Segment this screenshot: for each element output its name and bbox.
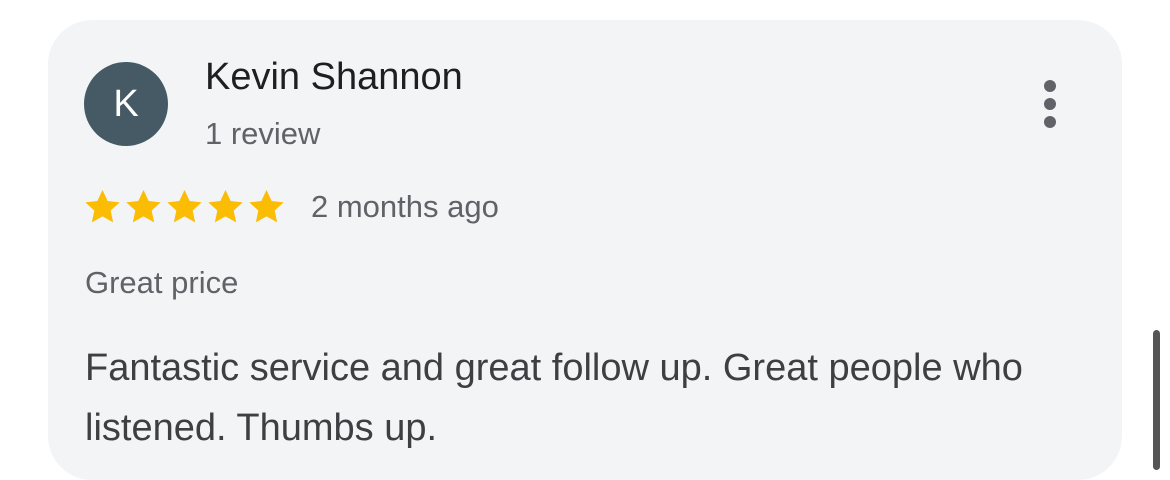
avatar[interactable]: K — [84, 62, 168, 146]
star-icon — [126, 190, 161, 223]
rating-row: 2 months ago — [82, 183, 499, 231]
scrollbar-thumb[interactable] — [1153, 330, 1160, 470]
star-icon — [249, 190, 284, 223]
review-count: 1 review — [205, 116, 321, 151]
reviewer-name[interactable]: Kevin Shannon — [205, 56, 463, 99]
star-rating — [82, 183, 287, 231]
more-options-button[interactable] — [1030, 76, 1070, 132]
star-icon — [85, 190, 120, 223]
review-date: 2 months ago — [311, 189, 499, 224]
review-topic: Great price — [85, 265, 239, 300]
review-text: Fantastic service and great follow up. G… — [85, 347, 1023, 449]
star-icon — [167, 190, 202, 223]
review-card: K Kevin Shannon 1 review 2 months ago Gr… — [48, 20, 1122, 480]
star-icon — [208, 190, 243, 223]
